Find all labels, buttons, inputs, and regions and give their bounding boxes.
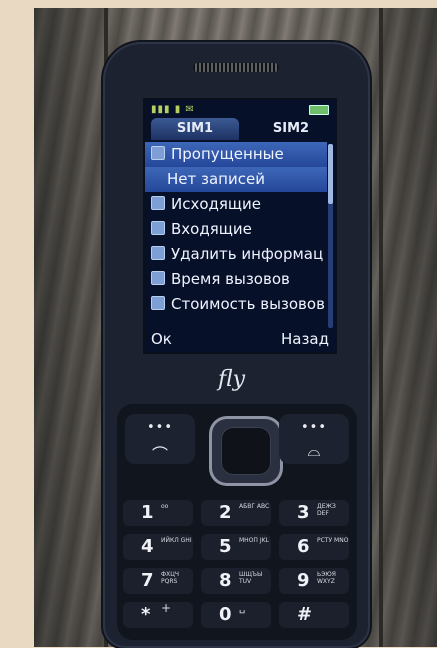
- key-letters: ␣: [239, 603, 246, 614]
- menu-item-label: Нет записей: [167, 170, 265, 188]
- key-number: 5: [219, 536, 232, 557]
- key-number: *: [141, 604, 151, 625]
- menu-item-label: Стоимость вызовов: [171, 295, 325, 313]
- navigation-pad[interactable]: [209, 416, 283, 486]
- key-letters: АБВГ ABC: [239, 503, 270, 510]
- tab-sim2[interactable]: SIM2: [249, 118, 333, 140]
- key-number: 8: [219, 570, 232, 591]
- signal-icon: ▮▮▮ ▮ ✉: [151, 104, 195, 115]
- phone-icon: [151, 246, 165, 260]
- softkey-ok-label[interactable]: Ок: [151, 330, 172, 348]
- menu-item-label: Исходящие: [171, 195, 262, 213]
- right-softkey-button[interactable]: ••• ⌓: [279, 414, 349, 464]
- key-number: 4: [141, 536, 154, 557]
- key-number: 6: [297, 536, 310, 557]
- menu-item-call-time[interactable]: Время вызовов: [145, 267, 327, 292]
- key-letters: РСТУ MNO: [317, 537, 349, 544]
- key-6[interactable]: 6 РСТУ MNO: [279, 534, 349, 560]
- key-4[interactable]: 4 ИЙКЛ GHI: [123, 534, 193, 560]
- key-letters: +: [161, 601, 172, 615]
- dots-icon: •••: [300, 420, 327, 435]
- dots-icon: •••: [146, 420, 173, 435]
- key-5[interactable]: 5 МНОП JKL: [201, 534, 271, 560]
- tab-sim1[interactable]: SIM1: [151, 118, 239, 140]
- call-icon: ⌒: [151, 445, 168, 464]
- mobile-phone: ▮▮▮ ▮ ✉ SIM1 SIM2 Пропущенные Нет записе…: [103, 42, 370, 648]
- sim-tabs: SIM1 SIM2: [145, 118, 335, 140]
- key-star[interactable]: * +: [123, 602, 193, 628]
- menu-item-missed[interactable]: Пропущенные: [145, 142, 327, 167]
- phone-icon: [151, 221, 165, 235]
- key-letters: ИЙКЛ GHI: [161, 537, 192, 544]
- key-7[interactable]: 7 ФХЦЧ PQRS: [123, 568, 193, 594]
- menu-item-outgoing[interactable]: Исходящие: [145, 192, 327, 217]
- phone-icon: [151, 271, 165, 285]
- key-letters: МНОП JKL: [239, 537, 269, 544]
- key-3[interactable]: 3 ДЕЖЗ DEF: [279, 500, 349, 526]
- key-9[interactable]: 9 ЬЭЮЯ WXYZ: [279, 568, 349, 594]
- key-2[interactable]: 2 АБВГ ABC: [201, 500, 271, 526]
- key-row: 1 ᴏᴏ 2 АБВГ ABC 3 ДЕЖЗ DEF: [123, 500, 351, 528]
- key-number: 0: [219, 604, 232, 625]
- left-softkey-button[interactable]: ••• ⌒: [125, 414, 195, 464]
- key-row: 7 ФХЦЧ PQRS 8 ШЩЪЫ TUV 9 ЬЭЮЯ WXYZ: [123, 568, 351, 596]
- battery-icon: [309, 105, 329, 115]
- key-letters: ᴏᴏ: [161, 503, 169, 510]
- key-number: 9: [297, 570, 310, 591]
- key-hash[interactable]: #: [279, 602, 349, 628]
- phone-icon: [151, 296, 165, 310]
- key-number: 3: [297, 502, 310, 523]
- brand-logo: fly: [218, 367, 246, 392]
- key-number: 7: [141, 570, 154, 591]
- screen-softkeys: Ок Назад: [151, 330, 329, 350]
- scroll-thumb[interactable]: [328, 144, 333, 204]
- menu-item-no-records: Нет записей: [145, 167, 327, 192]
- menu-item-label: Пропущенные: [171, 145, 284, 163]
- menu-item-delete[interactable]: Удалить информац: [145, 242, 327, 267]
- status-bar: ▮▮▮ ▮ ✉: [151, 104, 329, 116]
- menu-item-call-cost[interactable]: Стоимость вызовов: [145, 292, 327, 317]
- scrollbar[interactable]: [328, 144, 333, 328]
- key-1[interactable]: 1 ᴏᴏ: [123, 500, 193, 526]
- menu-item-label: Удалить информац: [171, 245, 324, 263]
- menu-item-incoming[interactable]: Входящие: [145, 217, 327, 242]
- key-row: 4 ИЙКЛ GHI 5 МНОП JKL 6 РСТУ MNO: [123, 534, 351, 562]
- key-number: 1: [141, 502, 154, 523]
- phone-screen: ▮▮▮ ▮ ✉ SIM1 SIM2 Пропущенные Нет записе…: [143, 98, 337, 354]
- key-number: #: [297, 604, 313, 625]
- nav-center-button[interactable]: [221, 427, 271, 475]
- softkey-back-label[interactable]: Назад: [281, 330, 329, 348]
- phone-icon: [151, 146, 165, 160]
- call-log-menu: Пропущенные Нет записей Исходящие Входящ…: [145, 142, 327, 330]
- plank-gap: [379, 8, 383, 647]
- key-number: 2: [219, 502, 232, 523]
- end-call-icon: ⌓: [307, 441, 321, 460]
- phone-icon: [151, 196, 165, 210]
- keypad: ••• ⌒ ••• ⌓ 1 ᴏᴏ 2 АБВГ ABC 3 ДЕЖЗ DEF 4 ИЙК…: [117, 404, 357, 640]
- key-letters: ШЩЪЫ TUV: [239, 571, 263, 585]
- menu-item-label: Время вызовов: [171, 270, 290, 288]
- menu-item-label: Входящие: [171, 220, 252, 238]
- key-0[interactable]: 0 ␣: [201, 602, 271, 628]
- key-letters: ФХЦЧ PQRS: [161, 571, 180, 585]
- key-row: * + 0 ␣ #: [123, 602, 351, 630]
- earpiece-grille: [193, 63, 279, 72]
- key-letters: ЬЭЮЯ WXYZ: [317, 571, 336, 585]
- key-8[interactable]: 8 ШЩЪЫ TUV: [201, 568, 271, 594]
- key-letters: ДЕЖЗ DEF: [317, 503, 336, 517]
